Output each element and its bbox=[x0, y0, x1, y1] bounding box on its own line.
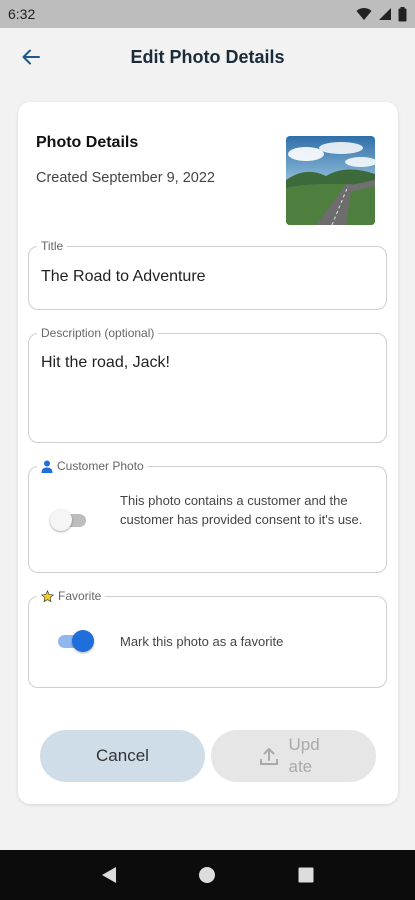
triangle-back-icon bbox=[102, 867, 117, 883]
toggle-knob bbox=[72, 630, 94, 652]
nav-recents-button[interactable] bbox=[286, 855, 326, 895]
description-input[interactable]: Hit the road, Jack! bbox=[41, 354, 170, 372]
person-icon bbox=[41, 460, 53, 473]
status-time: 6:32 bbox=[8, 6, 36, 22]
system-nav-bar bbox=[0, 850, 415, 900]
description-field[interactable]: Description (optional) Hit the road, Jac… bbox=[28, 326, 387, 443]
customer-photo-toggle[interactable] bbox=[50, 509, 90, 531]
customer-photo-section: Customer Photo This photo contains a cus… bbox=[28, 459, 387, 573]
status-bar: 6:32 bbox=[0, 0, 415, 28]
star-icon bbox=[41, 589, 54, 602]
title-input[interactable]: The Road to Adventure bbox=[41, 268, 206, 286]
photo-details-card: Photo Details Created September 9, 2022 … bbox=[18, 102, 398, 804]
toggle-knob bbox=[50, 509, 72, 531]
nav-home-button[interactable] bbox=[187, 855, 227, 895]
title-field-label: Title bbox=[37, 239, 68, 253]
favorite-label-text: Favorite bbox=[58, 589, 102, 603]
signal-icon bbox=[379, 8, 391, 20]
photo-thumbnail[interactable] bbox=[286, 136, 375, 225]
square-recents-icon bbox=[298, 867, 314, 883]
page-title: Edit Photo Details bbox=[130, 46, 285, 67]
update-button[interactable]: Update bbox=[211, 730, 376, 782]
created-date: Created September 9, 2022 bbox=[36, 170, 215, 186]
back-button[interactable] bbox=[14, 40, 48, 74]
road-photo-image bbox=[286, 136, 375, 225]
favorite-toggle[interactable] bbox=[54, 630, 94, 652]
card-heading: Photo Details bbox=[36, 134, 139, 151]
description-field-label: Description (optional) bbox=[37, 326, 159, 340]
customer-photo-label: Customer Photo bbox=[37, 459, 148, 473]
cancel-button[interactable]: Cancel bbox=[40, 730, 205, 782]
arrow-left-icon bbox=[22, 49, 40, 65]
customer-photo-description: This photo contains a customer and the c… bbox=[120, 493, 363, 527]
customer-photo-label-text: Customer Photo bbox=[57, 459, 144, 473]
favorite-label: Favorite bbox=[37, 589, 106, 603]
title-field[interactable]: Title The Road to Adventure bbox=[28, 239, 387, 310]
circle-home-icon bbox=[199, 867, 216, 883]
status-icons bbox=[356, 6, 407, 22]
battery-icon bbox=[398, 6, 407, 21]
upload-icon bbox=[259, 748, 278, 765]
wifi-icon bbox=[356, 8, 372, 20]
update-button-label: Update bbox=[288, 735, 320, 776]
app-bar: Edit Photo Details bbox=[0, 28, 415, 86]
nav-back-button[interactable] bbox=[89, 855, 129, 895]
favorite-section: Favorite Mark this photo as a favorite bbox=[28, 589, 387, 688]
favorite-description: Mark this photo as a favorite bbox=[120, 634, 284, 649]
